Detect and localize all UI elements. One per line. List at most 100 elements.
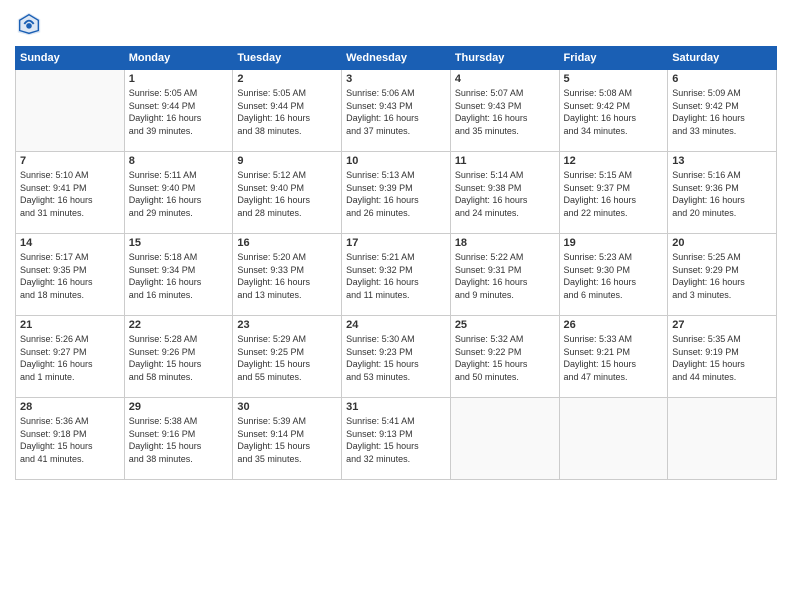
day-info: Sunrise: 5:15 AM Sunset: 9:37 PM Dayligh… xyxy=(564,169,664,219)
calendar-page: SundayMondayTuesdayWednesdayThursdayFrid… xyxy=(0,0,792,612)
day-info: Sunrise: 5:33 AM Sunset: 9:21 PM Dayligh… xyxy=(564,333,664,383)
day-info: Sunrise: 5:13 AM Sunset: 9:39 PM Dayligh… xyxy=(346,169,446,219)
day-cell: 3 Sunrise: 5:06 AM Sunset: 9:43 PM Daylig… xyxy=(342,70,451,152)
day-cell: 2Sunrise: 5:05 AM Sunset: 9:44 PM Daylig… xyxy=(233,70,342,152)
day-number: 19 xyxy=(564,237,664,249)
day-number: 28 xyxy=(20,401,120,413)
day-info: Sunrise: 5:08 AM Sunset: 9:42 PM Dayligh… xyxy=(564,87,664,137)
day-cell: 31Sunrise: 5:41 AM Sunset: 9:13 PM Dayli… xyxy=(342,398,451,480)
day-info: Sunrise: 5:11 AM Sunset: 9:40 PM Dayligh… xyxy=(129,169,229,219)
day-number: 10 xyxy=(346,155,446,167)
header-cell-sunday: Sunday xyxy=(16,47,125,70)
day-cell xyxy=(668,398,777,480)
header-cell-wednesday: Wednesday xyxy=(342,47,451,70)
day-cell: 1Sunrise: 5:05 AM Sunset: 9:44 PM Daylig… xyxy=(124,70,233,152)
day-cell xyxy=(559,398,668,480)
day-cell: 8Sunrise: 5:11 AM Sunset: 9:40 PM Daylig… xyxy=(124,152,233,234)
day-cell: 17 Sunrise: 5:21 AM Sunset: 9:32 PM Dayli… xyxy=(342,234,451,316)
week-row-2: 14 Sunrise: 5:17 AM Sunset: 9:35 PM Dayli… xyxy=(16,234,777,316)
day-info: Sunrise: 5:20 AM Sunset: 9:33 PM Dayligh… xyxy=(237,251,337,301)
day-cell: 28 Sunrise: 5:36 AM Sunset: 9:18 PM Dayli… xyxy=(16,398,125,480)
day-cell: 11 Sunrise: 5:14 AM Sunset: 9:38 PM Dayli… xyxy=(450,152,559,234)
day-number: 3 xyxy=(346,73,446,85)
day-number: 25 xyxy=(455,319,555,331)
day-info: Sunrise: 5:36 AM Sunset: 9:18 PM Dayligh… xyxy=(20,415,120,465)
day-info: Sunrise: 5:35 AM Sunset: 9:19 PM Dayligh… xyxy=(672,333,772,383)
day-number: 15 xyxy=(129,237,229,249)
day-number: 12 xyxy=(564,155,664,167)
day-info: Sunrise: 5:39 AM Sunset: 9:14 PM Dayligh… xyxy=(237,415,337,465)
day-info: Sunrise: 5:05 AM Sunset: 9:44 PM Dayligh… xyxy=(237,87,337,137)
day-cell: 23 Sunrise: 5:29 AM Sunset: 9:25 PM Dayli… xyxy=(233,316,342,398)
day-cell: 19Sunrise: 5:23 AM Sunset: 9:30 PM Dayli… xyxy=(559,234,668,316)
day-info: Sunrise: 5:26 AM Sunset: 9:27 PM Dayligh… xyxy=(20,333,120,383)
day-cell: 30 Sunrise: 5:39 AM Sunset: 9:14 PM Dayli… xyxy=(233,398,342,480)
day-number: 7 xyxy=(20,155,120,167)
day-info: Sunrise: 5:07 AM Sunset: 9:43 PM Dayligh… xyxy=(455,87,555,137)
day-cell xyxy=(450,398,559,480)
week-row-0: 1Sunrise: 5:05 AM Sunset: 9:44 PM Daylig… xyxy=(16,70,777,152)
day-cell: 16Sunrise: 5:20 AM Sunset: 9:33 PM Dayli… xyxy=(233,234,342,316)
day-info: Sunrise: 5:38 AM Sunset: 9:16 PM Dayligh… xyxy=(129,415,229,465)
day-number: 24 xyxy=(346,319,446,331)
day-number: 9 xyxy=(237,155,337,167)
day-info: Sunrise: 5:32 AM Sunset: 9:22 PM Dayligh… xyxy=(455,333,555,383)
day-cell xyxy=(16,70,125,152)
calendar-table: SundayMondayTuesdayWednesdayThursdayFrid… xyxy=(15,46,777,480)
day-number: 14 xyxy=(20,237,120,249)
day-info: Sunrise: 5:21 AM Sunset: 9:32 PM Dayligh… xyxy=(346,251,446,301)
day-info: Sunrise: 5:30 AM Sunset: 9:23 PM Dayligh… xyxy=(346,333,446,383)
day-info: Sunrise: 5:22 AM Sunset: 9:31 PM Dayligh… xyxy=(455,251,555,301)
day-cell: 27 Sunrise: 5:35 AM Sunset: 9:19 PM Dayli… xyxy=(668,316,777,398)
header-row: SundayMondayTuesdayWednesdayThursdayFrid… xyxy=(16,47,777,70)
day-number: 22 xyxy=(129,319,229,331)
day-cell: 12 Sunrise: 5:15 AM Sunset: 9:37 PM Dayli… xyxy=(559,152,668,234)
week-row-4: 28 Sunrise: 5:36 AM Sunset: 9:18 PM Dayli… xyxy=(16,398,777,480)
day-info: Sunrise: 5:29 AM Sunset: 9:25 PM Dayligh… xyxy=(237,333,337,383)
week-row-3: 21 Sunrise: 5:26 AM Sunset: 9:27 PM Dayli… xyxy=(16,316,777,398)
logo-icon xyxy=(15,10,43,38)
day-info: Sunrise: 5:09 AM Sunset: 9:42 PM Dayligh… xyxy=(672,87,772,137)
day-info: Sunrise: 5:14 AM Sunset: 9:38 PM Dayligh… xyxy=(455,169,555,219)
day-info: Sunrise: 5:06 AM Sunset: 9:43 PM Dayligh… xyxy=(346,87,446,137)
day-number: 13 xyxy=(672,155,772,167)
day-info: Sunrise: 5:05 AM Sunset: 9:44 PM Dayligh… xyxy=(129,87,229,137)
header-cell-monday: Monday xyxy=(124,47,233,70)
header-cell-tuesday: Tuesday xyxy=(233,47,342,70)
day-cell: 22 Sunrise: 5:28 AM Sunset: 9:26 PM Dayli… xyxy=(124,316,233,398)
day-cell: 25 Sunrise: 5:32 AM Sunset: 9:22 PM Dayli… xyxy=(450,316,559,398)
day-number: 4 xyxy=(455,73,555,85)
day-info: Sunrise: 5:10 AM Sunset: 9:41 PM Dayligh… xyxy=(20,169,120,219)
day-info: Sunrise: 5:16 AM Sunset: 9:36 PM Dayligh… xyxy=(672,169,772,219)
day-number: 18 xyxy=(455,237,555,249)
day-cell: 15 Sunrise: 5:18 AM Sunset: 9:34 PM Dayli… xyxy=(124,234,233,316)
day-cell: 18 Sunrise: 5:22 AM Sunset: 9:31 PM Dayli… xyxy=(450,234,559,316)
day-cell: 29 Sunrise: 5:38 AM Sunset: 9:16 PM Dayli… xyxy=(124,398,233,480)
day-number: 27 xyxy=(672,319,772,331)
day-number: 20 xyxy=(672,237,772,249)
day-cell: 13 Sunrise: 5:16 AM Sunset: 9:36 PM Dayli… xyxy=(668,152,777,234)
week-row-1: 7 Sunrise: 5:10 AM Sunset: 9:41 PM Daylig… xyxy=(16,152,777,234)
day-number: 17 xyxy=(346,237,446,249)
day-info: Sunrise: 5:41 AM Sunset: 9:13 PM Dayligh… xyxy=(346,415,446,465)
logo xyxy=(15,10,47,38)
day-cell: 14 Sunrise: 5:17 AM Sunset: 9:35 PM Dayli… xyxy=(16,234,125,316)
day-info: Sunrise: 5:12 AM Sunset: 9:40 PM Dayligh… xyxy=(237,169,337,219)
day-cell: 9 Sunrise: 5:12 AM Sunset: 9:40 PM Daylig… xyxy=(233,152,342,234)
day-cell: 20 Sunrise: 5:25 AM Sunset: 9:29 PM Dayli… xyxy=(668,234,777,316)
day-info: Sunrise: 5:18 AM Sunset: 9:34 PM Dayligh… xyxy=(129,251,229,301)
day-number: 5 xyxy=(564,73,664,85)
day-info: Sunrise: 5:17 AM Sunset: 9:35 PM Dayligh… xyxy=(20,251,120,301)
day-number: 11 xyxy=(455,155,555,167)
day-number: 29 xyxy=(129,401,229,413)
day-cell: 7 Sunrise: 5:10 AM Sunset: 9:41 PM Daylig… xyxy=(16,152,125,234)
header xyxy=(15,10,777,38)
day-number: 21 xyxy=(20,319,120,331)
day-info: Sunrise: 5:25 AM Sunset: 9:29 PM Dayligh… xyxy=(672,251,772,301)
day-cell: 26 Sunrise: 5:33 AM Sunset: 9:21 PM Dayli… xyxy=(559,316,668,398)
day-number: 26 xyxy=(564,319,664,331)
day-number: 30 xyxy=(237,401,337,413)
day-info: Sunrise: 5:28 AM Sunset: 9:26 PM Dayligh… xyxy=(129,333,229,383)
day-cell: 21 Sunrise: 5:26 AM Sunset: 9:27 PM Dayli… xyxy=(16,316,125,398)
day-number: 23 xyxy=(237,319,337,331)
